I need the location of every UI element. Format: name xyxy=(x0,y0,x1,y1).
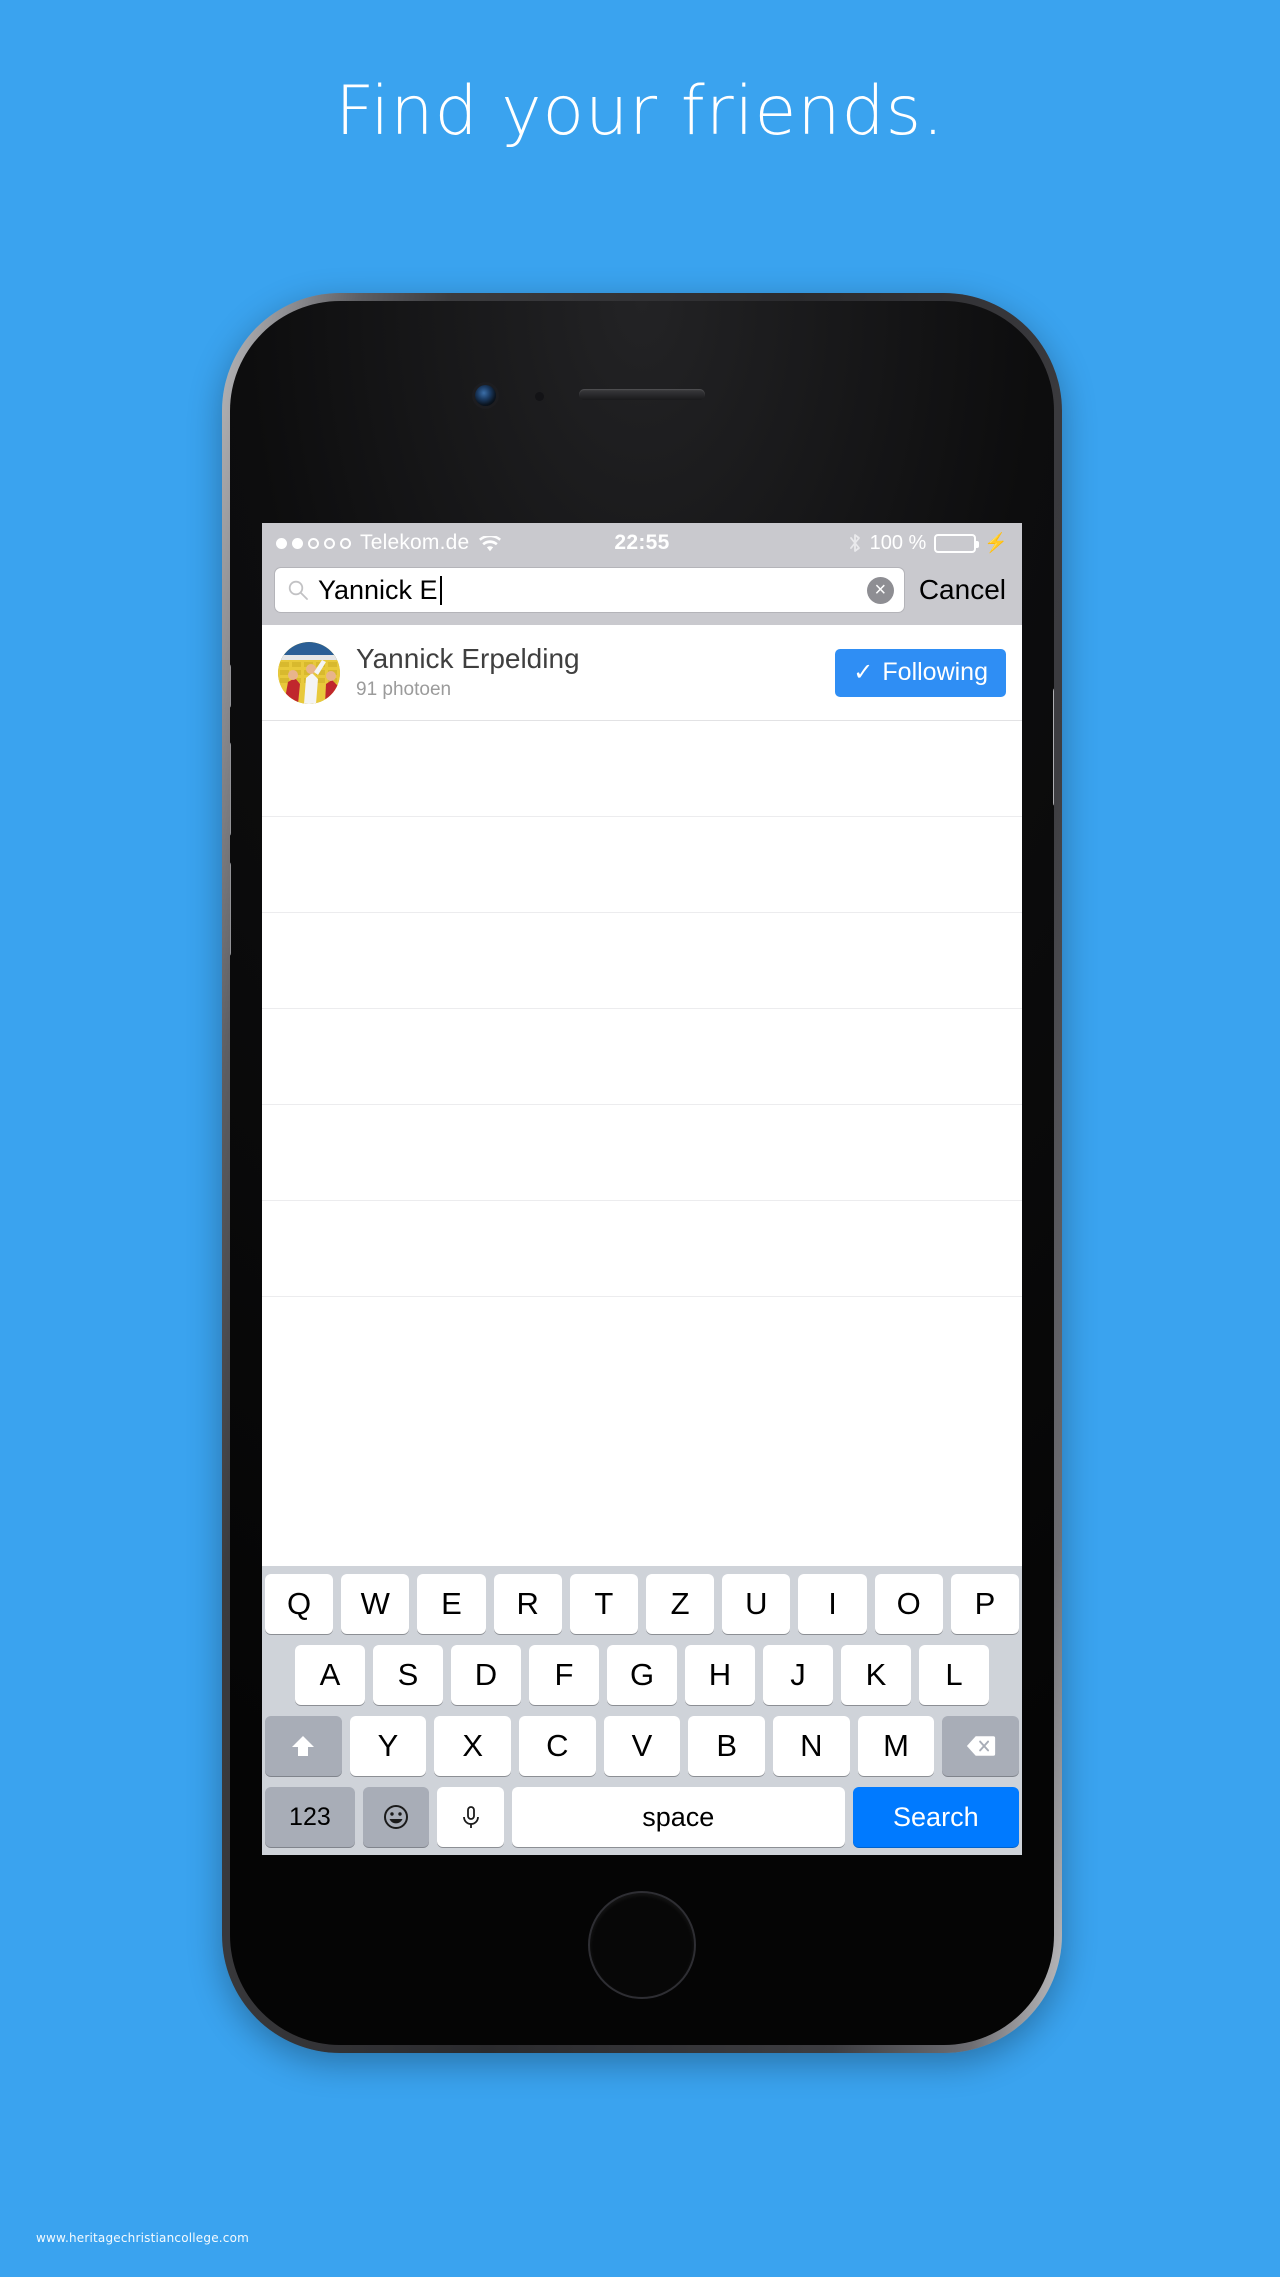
status-bar-left: Telekom.de xyxy=(276,531,502,555)
battery-icon xyxy=(934,533,980,553)
key-n[interactable]: N xyxy=(773,1716,850,1776)
microphone-icon[interactable] xyxy=(437,1787,504,1847)
search-result-row[interactable]: Yannick Erpelding 91 photoen ✓ Following xyxy=(262,625,1022,721)
shift-arrow-icon[interactable] xyxy=(264,1716,342,1776)
text-cursor xyxy=(439,575,442,605)
signal-strength-icon xyxy=(276,537,351,549)
status-bar: Telekom.de 22:55 100 % ⚡ xyxy=(262,523,1022,563)
key-t[interactable]: T xyxy=(569,1574,638,1634)
key-q[interactable]: Q xyxy=(264,1574,334,1634)
empty-list-row xyxy=(262,1105,1022,1201)
empty-list-row xyxy=(262,1201,1022,1297)
numbers-key[interactable]: 123 xyxy=(265,1787,355,1847)
carrier-label: Telekom.de xyxy=(360,531,470,554)
silent-switch[interactable] xyxy=(230,663,231,709)
search-bar: Yannick E × Cancel xyxy=(262,563,1022,625)
power-button[interactable] xyxy=(1053,687,1054,807)
cancel-button[interactable]: Cancel xyxy=(915,574,1010,606)
key-x[interactable]: X xyxy=(434,1716,511,1776)
empty-list-row xyxy=(262,721,1022,817)
wifi-icon xyxy=(478,534,502,552)
key-f[interactable]: F xyxy=(529,1645,599,1705)
key-u[interactable]: U xyxy=(722,1574,791,1634)
keyboard-row-2: A S D F G H J K L xyxy=(265,1645,1019,1705)
empty-list-row xyxy=(262,913,1022,1009)
key-l[interactable]: L xyxy=(919,1645,989,1705)
key-i[interactable]: I xyxy=(798,1574,867,1634)
page-root: Find your friends. Telekom.de 22:55 100 … xyxy=(0,0,1280,2277)
key-e[interactable]: E xyxy=(417,1574,486,1634)
key-w[interactable]: W xyxy=(341,1574,410,1634)
lightning-bolt-icon: ⚡ xyxy=(984,532,1008,554)
search-results-list: Yannick Erpelding 91 photoen ✓ Following xyxy=(262,625,1022,1297)
watermark: www.heritagechristiancollege.com xyxy=(36,2231,250,2245)
smiley-face-icon[interactable] xyxy=(362,1787,430,1847)
key-g[interactable]: G xyxy=(607,1645,677,1705)
bluetooth-icon xyxy=(848,533,862,553)
proximity-sensor-icon xyxy=(535,392,544,401)
empty-list-row xyxy=(262,1009,1022,1105)
keyboard-row-1: Q W E R T Z U I O P xyxy=(264,1574,1020,1634)
key-v[interactable]: V xyxy=(603,1716,681,1776)
key-r[interactable]: R xyxy=(493,1574,562,1634)
battery-percent-label: 100 % xyxy=(869,531,927,554)
front-camera-icon xyxy=(475,385,496,406)
search-icon xyxy=(287,579,309,601)
page-headline: Find your friends. xyxy=(335,72,945,151)
earpiece-speaker xyxy=(579,389,705,400)
key-j[interactable]: J xyxy=(763,1645,833,1705)
user-name: Yannick Erpelding xyxy=(356,644,580,675)
key-z[interactable]: Z xyxy=(646,1574,715,1634)
status-bar-right: 100 % ⚡ xyxy=(848,532,1008,555)
iphone-device-frame: Telekom.de 22:55 100 % ⚡ Yannick E × Can… xyxy=(222,293,1062,2053)
avatar xyxy=(278,641,340,704)
volume-up-button[interactable] xyxy=(230,741,231,837)
key-y[interactable]: Y xyxy=(349,1716,427,1776)
volume-down-button[interactable] xyxy=(230,861,231,957)
keyboard-row-3: Y X C V B N M xyxy=(264,1716,1020,1776)
key-h[interactable]: H xyxy=(685,1645,755,1705)
search-text: Yannick E xyxy=(318,574,438,605)
key-d[interactable]: D xyxy=(451,1645,521,1705)
home-button[interactable] xyxy=(588,1891,696,1999)
empty-list-row xyxy=(262,817,1022,913)
backspace-icon[interactable] xyxy=(942,1716,1020,1776)
search-input[interactable]: Yannick E × xyxy=(274,567,905,613)
key-p[interactable]: P xyxy=(950,1574,1020,1634)
following-button[interactable]: ✓ Following xyxy=(835,648,1006,697)
key-k[interactable]: K xyxy=(841,1645,911,1705)
key-m[interactable]: M xyxy=(857,1716,935,1776)
on-screen-keyboard[interactable]: Q W E R T Z U I O P A S D F G H J K L Y … xyxy=(262,1566,1022,1855)
search-key[interactable]: Search xyxy=(852,1787,1019,1847)
check-icon: ✓ xyxy=(853,658,874,686)
key-b[interactable]: B xyxy=(688,1716,766,1776)
user-info: Yannick Erpelding 91 photoen xyxy=(356,644,835,701)
search-input-value: Yannick E xyxy=(318,575,867,606)
following-label: Following xyxy=(882,658,988,686)
iphone-body: Telekom.de 22:55 100 % ⚡ Yannick E × Can… xyxy=(230,301,1054,2045)
space-key[interactable]: space xyxy=(511,1787,845,1847)
phone-screen: Telekom.de 22:55 100 % ⚡ Yannick E × Can… xyxy=(262,523,1022,1855)
key-c[interactable]: C xyxy=(519,1716,596,1776)
clear-search-button[interactable]: × xyxy=(866,576,894,604)
key-s[interactable]: S xyxy=(373,1645,443,1705)
user-photo-count: 91 photoen xyxy=(356,678,452,700)
keyboard-row-4: 123 space Search xyxy=(265,1787,1019,1847)
key-a[interactable]: A xyxy=(295,1645,365,1705)
key-o[interactable]: O xyxy=(874,1574,943,1634)
